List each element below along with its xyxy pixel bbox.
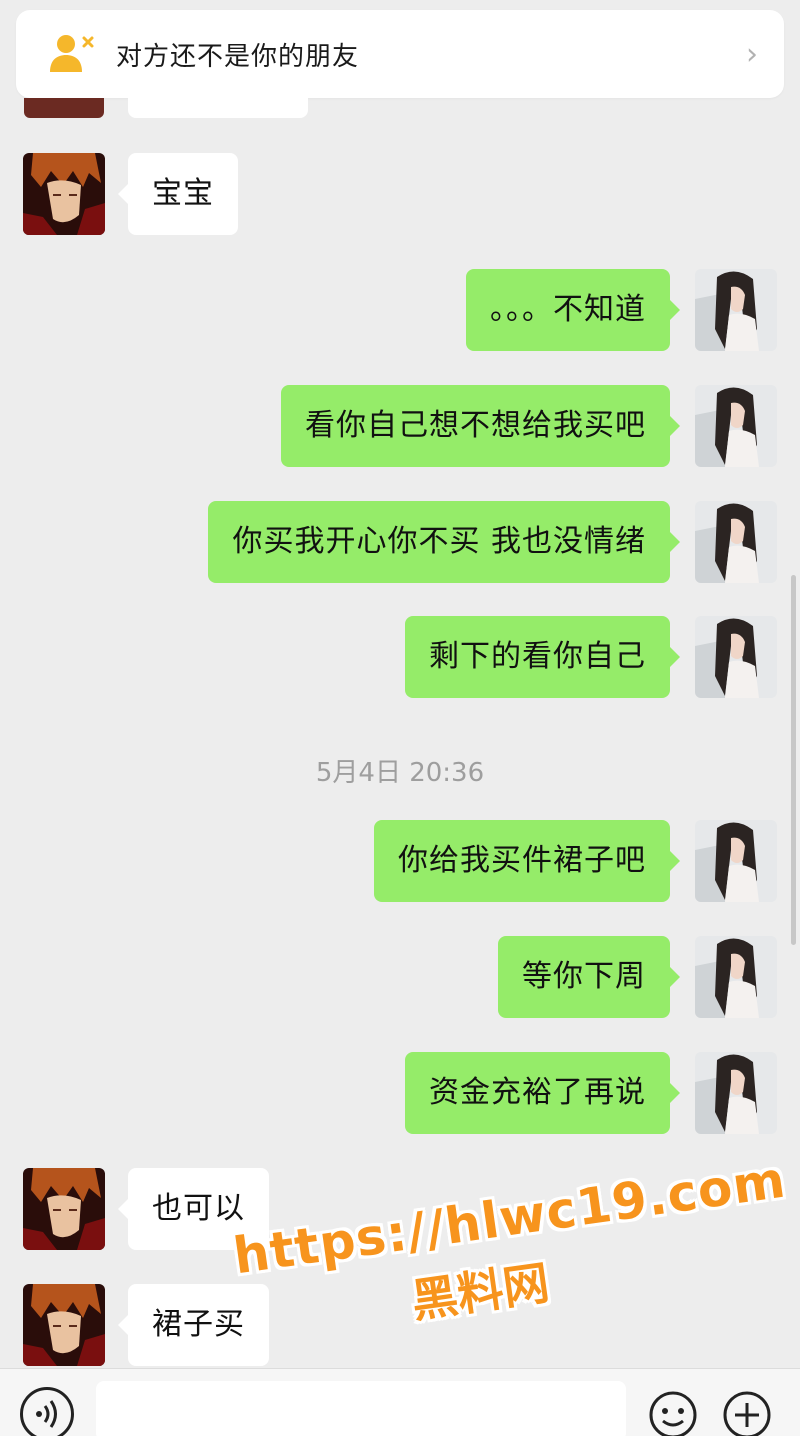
message-bubble-self[interactable]: 你买我开心你不买 我也没情绪 xyxy=(208,501,680,583)
message-bubble-self[interactable]: 你给我买件裙子吧 xyxy=(374,820,680,902)
avatar-partial xyxy=(24,98,104,118)
banner-text: 对方还不是你的朋友 xyxy=(116,41,360,72)
message-row: 等你下周 xyxy=(0,936,800,1018)
avatar-self[interactable] xyxy=(695,385,777,467)
avatar-self[interactable] xyxy=(695,269,777,351)
avatar-self[interactable] xyxy=(695,616,777,698)
input-bar xyxy=(0,1368,800,1436)
avatar-other[interactable] xyxy=(23,1168,105,1250)
avatar-other[interactable] xyxy=(23,1284,105,1366)
bubble-partial xyxy=(128,98,308,118)
message-bubble-self[interactable]: 看你自己想不想给我买吧 xyxy=(281,385,680,467)
message-bubble-other[interactable]: 宝宝 xyxy=(118,153,238,235)
voice-icon[interactable] xyxy=(20,1387,74,1436)
message-row: 也可以 xyxy=(0,1168,800,1250)
user-cross-icon xyxy=(46,32,96,76)
message-row: 看你自己想不想给我买吧 xyxy=(0,385,800,467)
message-row: 剩下的看你自己 xyxy=(0,616,800,698)
chevron-right-icon: › xyxy=(746,36,758,72)
message-row: 你给我买件裙子吧 xyxy=(0,820,800,902)
message-row: 你买我开心你不买 我也没情绪 xyxy=(0,501,800,583)
message-row: 资金充裕了再说 xyxy=(0,1052,800,1134)
scrollbar[interactable] xyxy=(791,575,796,945)
avatar-self[interactable] xyxy=(695,936,777,1018)
message-bubble-self[interactable]: 剩下的看你自己 xyxy=(405,616,680,698)
not-friend-banner[interactable]: 对方还不是你的朋友 › xyxy=(16,10,784,98)
plus-icon[interactable] xyxy=(720,1389,774,1436)
message-row: 裙子买 xyxy=(0,1284,800,1366)
avatar-self[interactable] xyxy=(695,1052,777,1134)
avatar-self[interactable] xyxy=(695,501,777,583)
message-row: 宝宝 xyxy=(0,153,800,235)
message-bubble-self[interactable]: 等你下周 xyxy=(498,936,680,1018)
avatar-self[interactable] xyxy=(695,820,777,902)
message-row: 。。。不知道 xyxy=(0,269,800,351)
message-bubble-other[interactable]: 也可以 xyxy=(118,1168,269,1250)
message-timestamp: 5月4日 20:36 xyxy=(315,758,485,788)
avatar-other[interactable] xyxy=(23,153,105,235)
message-bubble-other[interactable]: 裙子买 xyxy=(118,1284,269,1366)
message-input[interactable] xyxy=(96,1381,626,1436)
emoji-icon[interactable] xyxy=(646,1389,700,1436)
message-bubble-self[interactable]: 。。。不知道 xyxy=(466,269,680,351)
message-bubble-self[interactable]: 资金充裕了再说 xyxy=(405,1052,680,1134)
